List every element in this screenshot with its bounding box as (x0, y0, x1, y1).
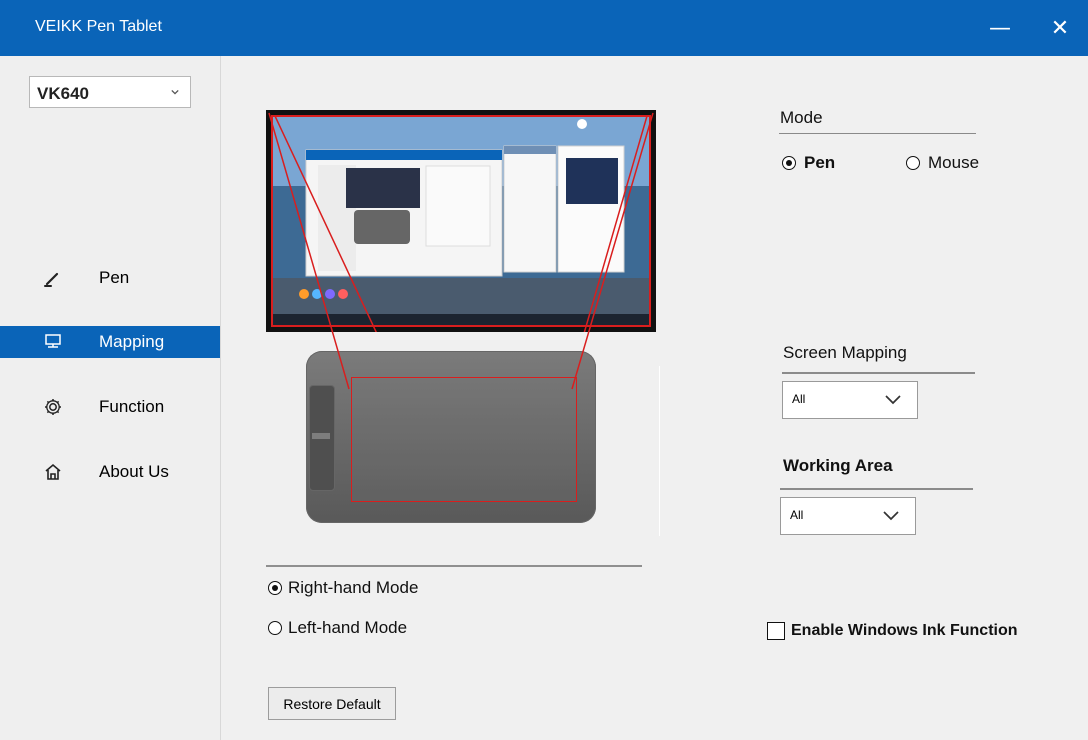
windows-ink-checkbox[interactable]: Enable Windows Ink Function (767, 622, 1018, 640)
left-hand-mode-label: Left-hand Mode (288, 618, 408, 637)
screen-mapping-value: All (792, 392, 806, 406)
home-icon (45, 463, 61, 480)
left-hand-mode-radio[interactable]: Left-hand Mode (268, 618, 407, 638)
sidebar-item-label: About Us (99, 462, 169, 481)
radio-unselected-icon (268, 621, 282, 635)
window-title: VEIKK Pen Tablet (35, 18, 162, 35)
veikk-app-window: VEIKK Pen Tablet — ✕ VK640 Pen Mapping F… (0, 0, 1088, 740)
checkbox-icon (767, 622, 785, 640)
model-value: VK640 (37, 84, 89, 103)
sidebar-item-pen[interactable]: Pen (0, 262, 220, 294)
sidebar-item-function[interactable]: Function (0, 391, 220, 423)
chevron-down-icon (883, 511, 899, 521)
screen-mapping-select[interactable]: All (782, 381, 918, 419)
mode-mouse-label: Mouse (928, 153, 980, 172)
chevron-down-icon (171, 89, 179, 95)
title-bar: VEIKK Pen Tablet — ✕ (0, 0, 1088, 56)
sidebar-divider (220, 56, 221, 740)
radio-selected-icon (782, 156, 796, 170)
working-area-select[interactable]: All (780, 497, 916, 535)
mode-divider (779, 133, 976, 134)
close-icon: ✕ (1050, 16, 1070, 41)
sidebar-item-label: Pen (99, 268, 130, 287)
right-hand-mode-radio[interactable]: Right-hand Mode (268, 578, 418, 598)
monitor-icon (45, 334, 61, 348)
sidebar-item-label: Mapping (99, 332, 165, 351)
windows-ink-label: Enable Windows Ink Function (791, 622, 1018, 639)
mode-pen-radio[interactable]: Pen (782, 153, 835, 173)
chevron-down-icon (885, 395, 901, 405)
mode-mouse-radio[interactable]: Mouse (906, 153, 979, 173)
screen-mapping-title: Screen Mapping (783, 343, 907, 362)
sidebar-item-label: Function (99, 397, 165, 416)
mapping-lines (268, 112, 654, 390)
restore-default-button[interactable]: Restore Default (268, 687, 396, 720)
radio-unselected-icon (906, 156, 920, 170)
minimize-icon: — (989, 16, 1011, 41)
gear-icon (45, 399, 61, 415)
mode-title: Mode (780, 108, 823, 127)
working-area-title: Working Area (783, 456, 893, 475)
mode-pen-label: Pen (804, 153, 836, 172)
working-area-divider (780, 488, 973, 490)
working-area-value: All (790, 508, 804, 522)
close-button[interactable]: ✕ (1045, 14, 1075, 44)
pen-icon (44, 272, 59, 287)
sidebar-item-about-us[interactable]: About Us (0, 456, 220, 488)
screen-mapping-divider (782, 372, 975, 374)
preview-right-border (659, 366, 660, 536)
sidebar-item-mapping[interactable]: Mapping (0, 326, 220, 358)
radio-selected-icon (268, 581, 282, 595)
hand-mode-divider (266, 565, 642, 567)
right-hand-mode-label: Right-hand Mode (288, 578, 419, 597)
minimize-button[interactable]: — (985, 14, 1015, 44)
model-select[interactable]: VK640 (29, 76, 191, 108)
